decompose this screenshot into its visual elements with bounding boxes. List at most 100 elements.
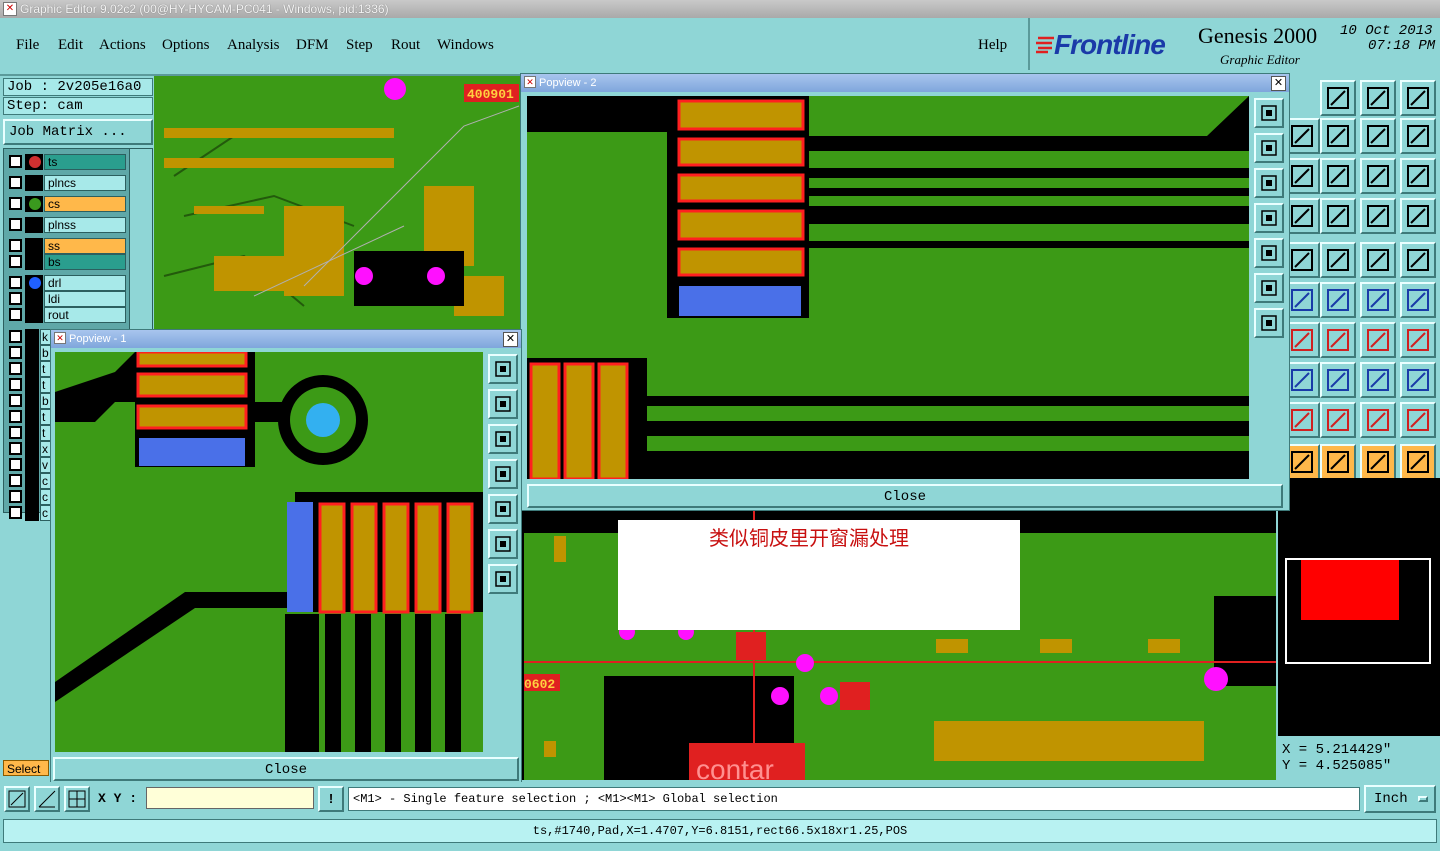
swap-tool-icon[interactable] — [1360, 118, 1396, 154]
layer-color-swatch[interactable] — [25, 175, 43, 191]
layer-name[interactable]: bs — [44, 254, 126, 270]
dfm-tool-icon[interactable] — [1360, 362, 1396, 398]
layer-color-swatch[interactable] — [25, 307, 43, 323]
popview-2-tool-5-icon[interactable] — [1254, 238, 1284, 268]
layer-checkbox[interactable] — [9, 378, 22, 391]
layer-checkbox[interactable] — [9, 458, 22, 471]
layer-color-swatch[interactable] — [25, 217, 43, 233]
layer-checkbox[interactable] — [9, 176, 22, 189]
menu-analysis[interactable]: Analysis — [227, 37, 280, 54]
layer-row-plncs[interactable]: plncs — [6, 175, 126, 191]
menu-step[interactable]: Step — [346, 37, 373, 54]
menu-rout[interactable]: Rout — [391, 37, 420, 54]
edit-tool-icon[interactable] — [1360, 402, 1396, 438]
popview-2-tool-7-icon[interactable] — [1254, 308, 1284, 338]
layer-row-partial[interactable]: v — [6, 457, 54, 473]
layer-row-partial[interactable]: c — [6, 489, 54, 505]
popview-1-tool-7-icon[interactable] — [488, 564, 518, 594]
layer-checkbox[interactable] — [9, 474, 22, 487]
scale-tool-icon[interactable] — [1320, 158, 1356, 194]
measure-tool-icon[interactable] — [1360, 322, 1396, 358]
popview-1-close-button[interactable]: Close — [53, 757, 519, 781]
layer-row-partial[interactable]: c — [6, 473, 54, 489]
layer-color-swatch[interactable] — [25, 291, 43, 307]
select-mode-label[interactable]: Select — [3, 760, 49, 776]
layer-checkbox[interactable] — [9, 255, 22, 268]
popview-2-close-button[interactable]: Close — [527, 484, 1283, 508]
layer-row-partial[interactable]: x — [6, 441, 54, 457]
measure-button[interactable] — [34, 786, 60, 812]
layer-name[interactable]: ts — [44, 154, 126, 170]
layer-row-partial[interactable]: t — [6, 425, 54, 441]
layer-row-ts[interactable]: ts — [6, 154, 126, 170]
overview-viewport[interactable] — [1301, 560, 1399, 620]
layer-row-cs[interactable]: cs — [6, 196, 126, 212]
route-tool-icon[interactable] — [1360, 198, 1396, 234]
redraw-tool-icon[interactable] — [1400, 118, 1436, 154]
layer-name[interactable]: plncs — [44, 175, 126, 191]
fit-tool-icon[interactable] — [1360, 80, 1396, 116]
check-tool-icon[interactable] — [1320, 402, 1356, 438]
popview-1-tool-5-icon[interactable] — [488, 494, 518, 524]
layer-color-swatch[interactable] — [25, 275, 43, 291]
layer-row-partial[interactable]: t — [6, 409, 54, 425]
window-tool-icon[interactable] — [1400, 80, 1436, 116]
menu-dfm[interactable]: DFM — [296, 37, 329, 54]
layer-name[interactable]: plnss — [44, 217, 126, 233]
popview-1-canvas[interactable] — [55, 352, 483, 752]
zoom-tool-icon[interactable] — [1320, 80, 1356, 116]
run-tool-icon[interactable] — [1360, 444, 1396, 480]
layer-checkbox[interactable] — [9, 155, 22, 168]
rotate-tool-icon[interactable] — [1360, 282, 1396, 318]
snap-tool-icon[interactable] — [1320, 198, 1356, 234]
layer-checkbox[interactable] — [9, 346, 22, 359]
zoom-box-button[interactable] — [4, 786, 30, 812]
layer-row-partial[interactable]: c — [6, 505, 54, 521]
cut-tool-icon[interactable] — [1400, 242, 1436, 278]
select-tool-icon[interactable] — [1320, 322, 1356, 358]
info-tool-icon[interactable] — [1320, 362, 1356, 398]
refresh-tool-icon[interactable] — [1320, 118, 1356, 154]
layer-checkbox[interactable] — [9, 410, 22, 423]
layer-row-partial[interactable]: k — [6, 329, 54, 345]
probe-tool-icon[interactable] — [1320, 444, 1356, 480]
layer-name[interactable]: cs — [44, 196, 126, 212]
unit-selector[interactable]: Inch — [1364, 785, 1436, 813]
menu-actions[interactable]: Actions — [99, 37, 146, 54]
menu-edit[interactable]: Edit — [58, 37, 83, 54]
layer-checkbox[interactable] — [9, 394, 22, 407]
layer-checkbox[interactable] — [9, 362, 22, 375]
layer-checkbox[interactable] — [9, 218, 22, 231]
popview-2-tool-2-icon[interactable] — [1254, 133, 1284, 163]
text-tool-icon[interactable] — [1400, 322, 1436, 358]
layer-color-swatch[interactable] — [25, 196, 43, 212]
layer-row-ldi[interactable]: ldi — [6, 291, 126, 307]
net-tool-icon[interactable] — [1400, 362, 1436, 398]
popview-2-tool-6-icon[interactable] — [1254, 273, 1284, 303]
arc-tool-icon[interactable] — [1360, 242, 1396, 278]
layer-name[interactable]: ss — [44, 238, 126, 254]
layer-row-plnss[interactable]: plnss — [6, 217, 126, 233]
layer-checkbox[interactable] — [9, 308, 22, 321]
popview-2-titlebar[interactable]: ✕ Popview - 2 ✕ — [521, 74, 1289, 92]
popview-2-tool-4-icon[interactable] — [1254, 203, 1284, 233]
misc-tool-icon[interactable] — [1400, 444, 1436, 480]
menu-options[interactable]: Options — [162, 37, 210, 54]
popview-1-tool-4-icon[interactable] — [488, 459, 518, 489]
layer-row-drl[interactable]: drl — [6, 275, 126, 291]
popview-1-tool-2-icon[interactable] — [488, 389, 518, 419]
popview-2-tool-3-icon[interactable] — [1254, 168, 1284, 198]
popview-1-close-icon[interactable]: ✕ — [503, 332, 518, 347]
layer-color-swatch[interactable] — [25, 154, 43, 170]
menu-help[interactable]: Help — [978, 37, 1007, 54]
layer-checkbox[interactable] — [9, 276, 22, 289]
layer-tool-icon[interactable] — [1400, 158, 1436, 194]
layer-color-swatch[interactable] — [25, 238, 43, 254]
layer-row-ss[interactable]: ss — [6, 238, 126, 254]
layer-checkbox[interactable] — [9, 239, 22, 252]
layer-row-rout[interactable]: rout — [6, 307, 126, 323]
popview-2-close-icon[interactable]: ✕ — [1271, 76, 1286, 91]
layer-color-swatch[interactable] — [25, 254, 43, 270]
popview-2-canvas[interactable] — [527, 96, 1249, 479]
layer-row-partial[interactable]: t — [6, 377, 54, 393]
